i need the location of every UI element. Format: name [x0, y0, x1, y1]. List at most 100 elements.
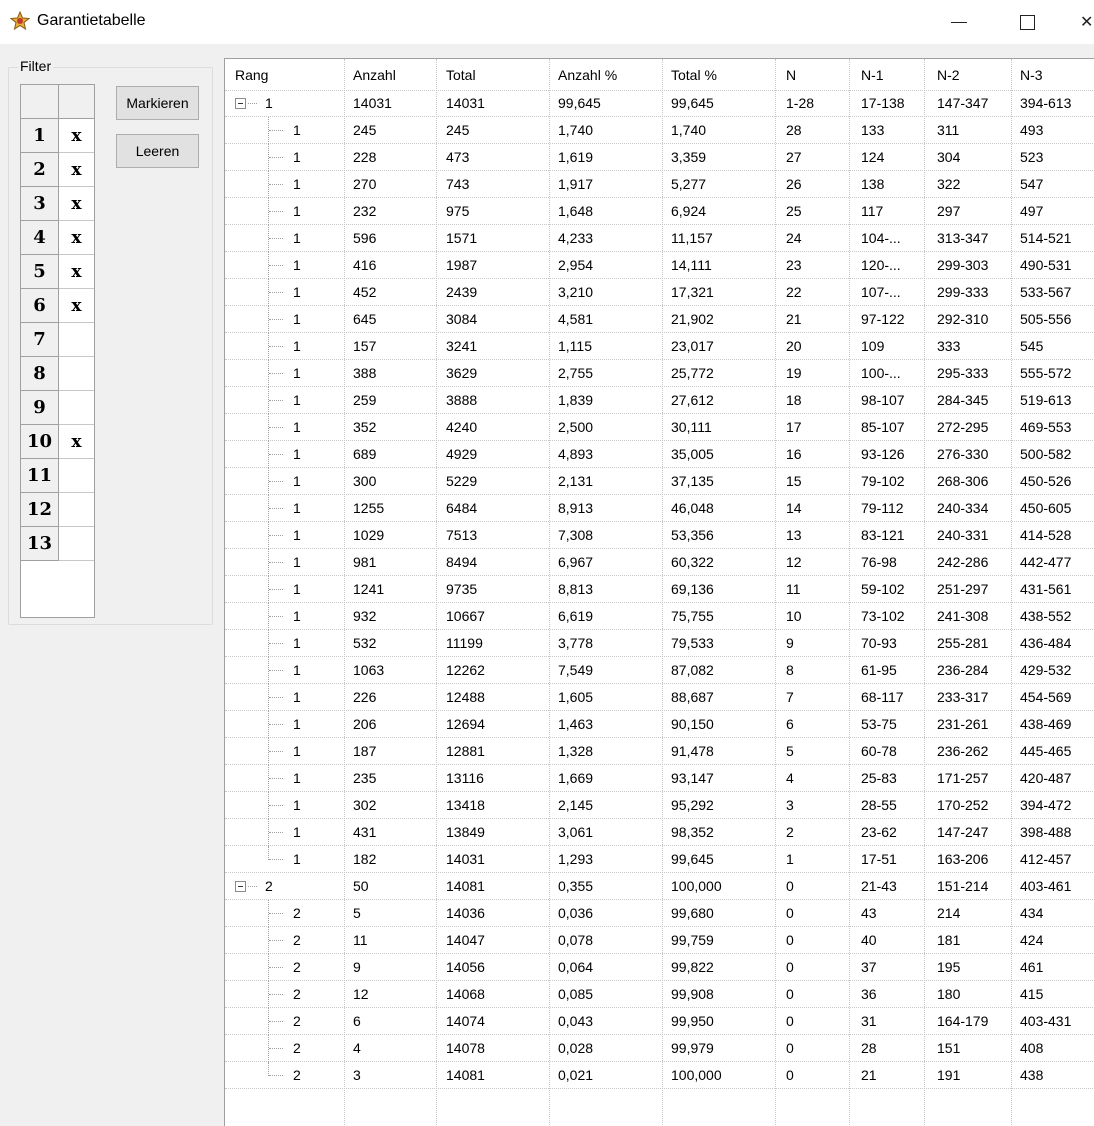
tree-child-row[interactable]: 1 388 3629 2,755 25,772 19 100-... 295-333 555-5… — [225, 360, 1094, 387]
tree-child-row[interactable]: 1 187 12881 1,328 91,478 5 60-78 236-262 445-465 — [225, 738, 1094, 765]
tree-child-row[interactable]: 1 302 13418 2,145 95,292 3 28-55 170-252 394-472 — [225, 792, 1094, 819]
column-header[interactable]: N-1 — [861, 59, 884, 91]
table-cell: 99,759 — [671, 932, 714, 948]
clear-button[interactable]: Leeren — [116, 134, 199, 168]
tree-parent-row[interactable]: 2 50 14081 0,355 100,000 0 21-43 151-214 403-461 — [225, 873, 1094, 900]
table-cell: 99,645 — [671, 851, 714, 867]
filter-legend: Filter — [18, 58, 54, 74]
tree-child-row[interactable]: 1 981 8494 6,967 60,322 12 76-98 242-286 442-477 — [225, 549, 1094, 576]
filter-cell[interactable]: x — [59, 153, 94, 187]
mark-button[interactable]: Markieren — [116, 86, 199, 120]
tree-child-row[interactable]: 1 235 13116 1,669 93,147 4 25-83 171-257 420-487 — [225, 765, 1094, 792]
collapse-icon[interactable] — [235, 98, 246, 109]
filter-cell[interactable]: x — [59, 289, 94, 323]
tree-child-row[interactable]: 1 532 11199 3,778 79,533 9 70-93 255-281 436-484 — [225, 630, 1094, 657]
table-cell: 14074 — [446, 1013, 485, 1029]
tree-child-row[interactable]: 1 689 4929 4,893 35,005 16 93-126 276-330 500-58… — [225, 441, 1094, 468]
table-cell: 1,740 — [671, 122, 707, 138]
column-header[interactable]: Anzahl — [353, 59, 396, 91]
tree-child-row[interactable]: 1 932 10667 6,619 75,755 10 73-102 241-308 438-5… — [225, 603, 1094, 630]
filter-cell[interactable] — [59, 493, 94, 527]
filter-cell[interactable]: x — [59, 255, 94, 289]
table-cell: 1,463 — [558, 716, 594, 732]
tree-child-row[interactable]: 1 416 1987 2,954 14,111 23 120-... 299-303 490-5… — [225, 252, 1094, 279]
tree-child-row[interactable]: 2 9 14056 0,064 99,822 0 37 195 461 — [225, 954, 1094, 981]
minimize-button[interactable] — [944, 8, 974, 36]
tree-child-row[interactable]: 1 352 4240 2,500 30,111 17 85-107 272-295 469-55… — [225, 414, 1094, 441]
filter-cell[interactable] — [59, 357, 94, 391]
column-header[interactable]: Total % — [671, 59, 717, 91]
table-cell: 147-347 — [937, 95, 989, 111]
tree-child-row[interactable]: 1 452 2439 3,210 17,321 22 107-... 299-333 533-5… — [225, 279, 1094, 306]
column-header[interactable]: Anzahl % — [558, 59, 617, 91]
collapse-icon[interactable] — [235, 881, 246, 892]
maximize-icon — [1019, 14, 1035, 30]
maximize-button[interactable] — [1012, 8, 1042, 36]
filter-cell[interactable]: x — [59, 425, 94, 459]
tree-child-row[interactable]: 1 226 12488 1,605 88,687 7 68-117 233-317 454-56… — [225, 684, 1094, 711]
table-cell: 120-... — [861, 257, 901, 273]
close-button[interactable]: ✕ — [1080, 8, 1094, 36]
table-cell: 12488 — [446, 689, 485, 705]
table-cell: 1987 — [446, 257, 478, 273]
tree-child-row[interactable]: 2 6 14074 0,043 99,950 0 31 164-179 403-431 — [225, 1008, 1094, 1035]
table-cell: 11199 — [446, 635, 483, 651]
table-cell: 981 — [353, 554, 377, 570]
column-header[interactable]: N — [786, 59, 796, 91]
tree-child-row[interactable]: 1 206 12694 1,463 90,150 6 53-75 231-261 438-469 — [225, 711, 1094, 738]
table-cell: 932 — [353, 608, 377, 624]
table-cell: 76-98 — [861, 554, 897, 570]
table-cell: 151 — [937, 1040, 961, 1056]
filter-grid[interactable]: 1 x 2 x 3 x 4 x 5 x 6 x 7 8 9 10 x 11 12 13 — [20, 84, 95, 618]
tree-child-row[interactable]: 1 1255 6484 8,913 46,048 14 79-112 240-334 450-6… — [225, 495, 1094, 522]
rang-cell: 2 — [293, 959, 301, 975]
tree-child-row[interactable]: 2 3 14081 0,021 100,000 0 21 191 438 — [225, 1062, 1094, 1089]
filter-row-number: 3 — [21, 187, 59, 221]
filter-cell[interactable]: x — [59, 187, 94, 221]
tree-child-row[interactable]: 2 5 14036 0,036 99,680 0 43 214 434 — [225, 900, 1094, 927]
table-cell: 0,021 — [558, 1067, 594, 1083]
filter-cell[interactable] — [59, 459, 94, 493]
column-header[interactable]: Rang — [235, 59, 268, 91]
table-cell: 97-122 — [861, 311, 905, 327]
tree-child-row[interactable]: 1 232 975 1,648 6,924 25 117 297 497 — [225, 198, 1094, 225]
table-cell: 412-457 — [1020, 851, 1072, 867]
column-header[interactable]: N-2 — [937, 59, 960, 91]
table-cell: 429-532 — [1020, 662, 1072, 678]
tree-child-row[interactable]: 1 645 3084 4,581 21,902 21 97-122 292-310 505-55… — [225, 306, 1094, 333]
tree-child-row[interactable]: 1 300 5229 2,131 37,135 15 79-102 268-306 450-52… — [225, 468, 1094, 495]
filter-cell[interactable]: x — [59, 221, 94, 255]
table-cell: 50 — [353, 878, 369, 894]
table-cell: 25 — [786, 203, 802, 219]
tree-child-row[interactable]: 1 1063 12262 7,549 87,082 8 61-95 236-284 429-53… — [225, 657, 1094, 684]
column-header[interactable]: Total — [446, 59, 476, 91]
tree-child-row[interactable]: 1 1241 9735 8,813 69,136 11 59-102 251-297 431-5… — [225, 576, 1094, 603]
tree-child-row[interactable]: 1 259 3888 1,839 27,612 18 98-107 284-345 519-61… — [225, 387, 1094, 414]
table-cell: 31 — [861, 1013, 877, 1029]
filter-cell[interactable] — [59, 323, 94, 357]
table-cell: 0 — [786, 905, 794, 921]
tree-child-row[interactable]: 1 596 1571 4,233 11,157 24 104-... 313-347 514-5… — [225, 225, 1094, 252]
tree-parent-row[interactable]: 1 14031 14031 99,645 99,645 1-28 17-138 147-347… — [225, 90, 1094, 117]
tree-child-row[interactable]: 2 11 14047 0,078 99,759 0 40 181 424 — [225, 927, 1094, 954]
table-cell: 0,036 — [558, 905, 594, 921]
tree-child-row[interactable]: 1 182 14031 1,293 99,645 1 17-51 163-206 412-457 — [225, 846, 1094, 873]
table-cell: 11 — [786, 581, 801, 597]
tree-child-row[interactable]: 1 228 473 1,619 3,359 27 124 304 523 — [225, 144, 1094, 171]
table-cell: 1-28 — [786, 95, 815, 111]
tree-child-row[interactable]: 1 270 743 1,917 5,277 26 138 322 547 — [225, 171, 1094, 198]
tree-child-row[interactable]: 2 12 14068 0,085 99,908 0 36 180 415 — [225, 981, 1094, 1008]
tree-child-row[interactable]: 1 245 245 1,740 1,740 28 133 311 493 — [225, 117, 1094, 144]
table-cell: 388 — [353, 365, 377, 381]
tree-child-row[interactable]: 1 1029 7513 7,308 53,356 13 83-121 240-331 414-5… — [225, 522, 1094, 549]
filter-cell[interactable] — [59, 527, 94, 561]
column-header[interactable]: N-3 — [1020, 59, 1043, 91]
table-cell: 442-477 — [1020, 554, 1072, 570]
tree-child-row[interactable]: 1 431 13849 3,061 98,352 2 23-62 147-247 398-488 — [225, 819, 1094, 846]
filter-cell[interactable]: x — [59, 119, 94, 153]
tree-child-row[interactable]: 2 4 14078 0,028 99,979 0 28 151 408 — [225, 1035, 1094, 1062]
filter-cell[interactable] — [59, 391, 94, 425]
table-cell: 11,157 — [671, 230, 713, 246]
tree-child-row[interactable]: 1 157 3241 1,115 23,017 20 109 333 545 — [225, 333, 1094, 360]
guarantee-table[interactable]: Rang Anzahl Total Anzahl % Total % N N-1 N-2 N-3… — [224, 58, 1094, 1126]
